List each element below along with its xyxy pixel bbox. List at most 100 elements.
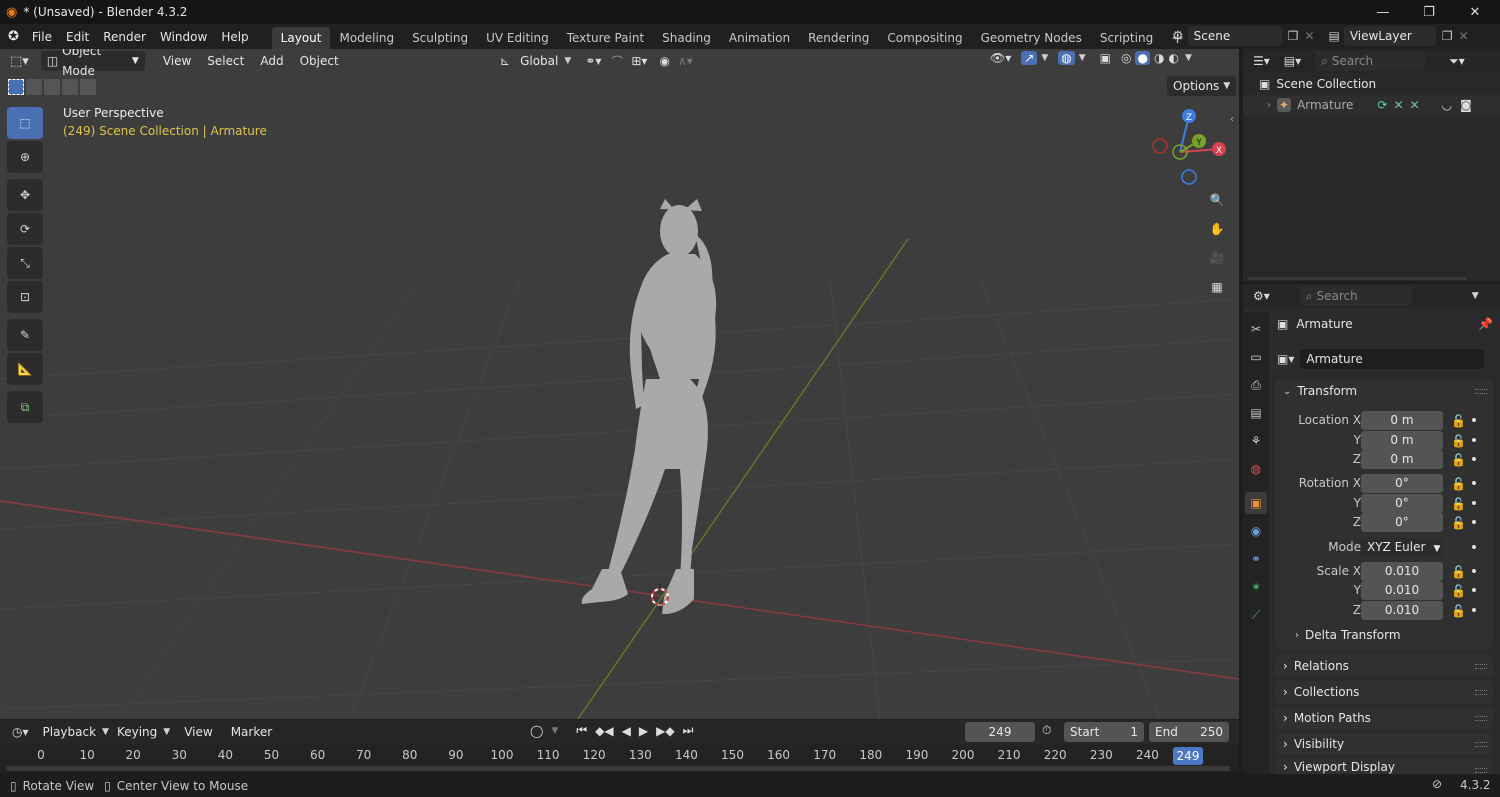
tab-scene[interactable]: ⚘ bbox=[1245, 430, 1267, 452]
menu-view[interactable]: View bbox=[157, 51, 197, 71]
timeline-editor-icon[interactable]: ◷▾ bbox=[12, 725, 29, 739]
falloff-icon[interactable]: ∧▾ bbox=[678, 54, 693, 68]
frame-ruler[interactable]: 0 10 20 30 40 50 60 70 80 90 100 110 120 130 140 150 160… bbox=[0, 746, 1239, 766]
scene-field[interactable]: Scene bbox=[1187, 26, 1282, 46]
rotation-y-field[interactable]: 0° bbox=[1361, 493, 1443, 513]
blender-menu-icon[interactable]: ✪ bbox=[8, 29, 19, 44]
motion-paths-panel[interactable]: › Motion Paths bbox=[1275, 707, 1493, 729]
jump-keyframe-back-icon[interactable]: ◆◀ bbox=[595, 724, 613, 738]
proportional-editing-icon[interactable]: ◉ bbox=[659, 54, 669, 68]
lock-icon[interactable]: 🔓 bbox=[1451, 516, 1466, 530]
lock-icon[interactable]: 🔓 bbox=[1451, 453, 1466, 467]
keyframe-dot[interactable] bbox=[1472, 545, 1476, 549]
keyframe-dot[interactable] bbox=[1472, 569, 1476, 573]
lock-icon[interactable]: 🔓 bbox=[1451, 584, 1466, 598]
tab-world[interactable]: ◍ bbox=[1245, 458, 1267, 480]
current-frame-field[interactable]: 249 bbox=[965, 722, 1035, 742]
chevron-down-icon[interactable]: ▼ bbox=[1472, 291, 1479, 301]
zoom-button[interactable]: 🔍 bbox=[1204, 187, 1230, 213]
tab-physics[interactable]: ◉ bbox=[1245, 520, 1267, 542]
lock-icon[interactable]: 🔓 bbox=[1451, 604, 1466, 618]
rotation-z-field[interactable]: 0° bbox=[1361, 512, 1443, 532]
play-icon[interactable]: ▶ bbox=[639, 724, 648, 738]
minimize-button[interactable]: — bbox=[1360, 0, 1406, 24]
panel-grip-icon[interactable] bbox=[1475, 690, 1487, 695]
tab-armature-data[interactable]: ✶ bbox=[1245, 576, 1267, 598]
panel-grip-icon[interactable] bbox=[1475, 664, 1487, 669]
overlays-icon[interactable]: ◍ bbox=[1058, 51, 1075, 65]
tab-constraints[interactable]: ⚭ bbox=[1245, 548, 1267, 570]
display-mode-icon[interactable]: ▤▾ bbox=[1284, 54, 1301, 68]
auto-keying-icon[interactable]: ◯ bbox=[530, 724, 543, 738]
rotation-x-field[interactable]: 0° bbox=[1361, 473, 1443, 493]
outliner-search[interactable]: ⌕ Search bbox=[1315, 51, 1426, 71]
jump-end-icon[interactable]: ⏭ bbox=[683, 723, 694, 738]
keyframe-dot[interactable] bbox=[1472, 588, 1476, 592]
editor-type-icon[interactable]: ⬚▾ bbox=[10, 54, 29, 69]
tab-output[interactable]: ⎙ bbox=[1245, 374, 1267, 396]
outliner-editor-icon[interactable]: ☰▾ bbox=[1253, 54, 1270, 68]
tab-uv-editing[interactable]: UV Editing bbox=[477, 27, 558, 49]
lock-icon[interactable]: 🔓 bbox=[1451, 497, 1466, 511]
tab-shading[interactable]: Shading bbox=[653, 27, 720, 49]
tab-animation[interactable]: Animation bbox=[720, 27, 799, 49]
select-extend-icon[interactable] bbox=[26, 79, 42, 95]
viewport-display-panel[interactable]: › Viewport Display bbox=[1275, 759, 1493, 774]
menu-keying[interactable]: Keying bbox=[111, 722, 163, 742]
timeline-scrollbar[interactable] bbox=[6, 766, 1230, 771]
chevron-down-icon[interactable]: ▼ bbox=[1185, 53, 1192, 63]
object-name-field[interactable]: Armature bbox=[1300, 349, 1485, 369]
snap-icon[interactable]: ⌒ bbox=[611, 53, 623, 70]
gizmo-toggle-icon[interactable]: ↗ bbox=[1021, 51, 1038, 65]
keyframe-dot[interactable] bbox=[1472, 457, 1476, 461]
menu-object[interactable]: Object bbox=[294, 51, 345, 71]
keyframe-dot[interactable] bbox=[1472, 608, 1476, 612]
rendered-shading-icon[interactable]: ◐ bbox=[1168, 51, 1178, 65]
pivot-icon[interactable]: ⚭▾ bbox=[585, 54, 601, 68]
chevron-down-icon[interactable]: ▼ bbox=[1079, 53, 1086, 63]
close-button[interactable]: ✕ bbox=[1452, 0, 1498, 24]
rotation-mode-select[interactable]: XYZ Euler ▼ bbox=[1361, 537, 1443, 557]
new-scene-icon[interactable]: ❐ bbox=[1288, 29, 1299, 43]
select-intersect-icon[interactable] bbox=[80, 79, 96, 95]
menu-marker[interactable]: Marker bbox=[225, 722, 278, 742]
tab-compositing[interactable]: Compositing bbox=[878, 27, 971, 49]
stopwatch-icon[interactable]: ⏱ bbox=[1042, 723, 1051, 738]
object-browse-icon[interactable]: ▣▾ bbox=[1277, 352, 1294, 366]
visibility-panel[interactable]: › Visibility bbox=[1275, 733, 1493, 755]
location-z-field[interactable]: 0 m bbox=[1361, 449, 1443, 469]
playhead[interactable]: 249 bbox=[1173, 747, 1203, 765]
panel-grip-icon[interactable] bbox=[1475, 768, 1487, 773]
jump-start-icon[interactable]: ⏮ bbox=[576, 723, 587, 738]
tab-modeling[interactable]: Modeling bbox=[330, 27, 403, 49]
lock-icon[interactable]: 🔓 bbox=[1451, 434, 1466, 448]
chevron-down-icon[interactable]: ▼ bbox=[551, 726, 558, 736]
scene-icon[interactable]: ⚙ bbox=[1172, 29, 1184, 44]
panel-grip-icon[interactable] bbox=[1475, 389, 1487, 394]
scale-z-field[interactable]: 0.010 bbox=[1361, 600, 1443, 620]
lock-icon[interactable]: 🔓 bbox=[1451, 414, 1466, 428]
measure-tool[interactable]: 📐 bbox=[7, 353, 43, 385]
camera-view-button[interactable]: 🎥 bbox=[1204, 245, 1230, 271]
material-shading-icon[interactable]: ◑ bbox=[1154, 51, 1164, 65]
delta-transform-subpanel[interactable]: › Delta Transform bbox=[1295, 628, 1401, 642]
tab-geometry-nodes[interactable]: Geometry Nodes bbox=[972, 27, 1091, 49]
menu-edit[interactable]: Edit bbox=[59, 26, 96, 48]
tab-sculpting[interactable]: Sculpting bbox=[403, 27, 477, 49]
outliner-armature-row[interactable]: › ✦ Armature ⟳ ✕ ✕ ◡ ◙ bbox=[1243, 95, 1500, 115]
add-cube-tool[interactable]: ⧉ bbox=[7, 391, 43, 423]
menu-select[interactable]: Select bbox=[201, 51, 250, 71]
expand-arrow-icon[interactable]: › bbox=[1267, 100, 1271, 111]
visibility-icon[interactable]: 👁▾ bbox=[990, 51, 1011, 65]
outliner-scrollbar[interactable] bbox=[1247, 277, 1467, 280]
mode-select[interactable]: ◫ Object Mode ▼ bbox=[40, 49, 145, 78]
3d-viewport[interactable]: ⬚▾ ◫ Object Mode ▼ View Select Add Objec… bbox=[0, 49, 1239, 719]
xray-icon[interactable]: ▣ bbox=[1100, 51, 1111, 65]
lock-icon[interactable]: 🔓 bbox=[1451, 565, 1466, 579]
tab-scripting[interactable]: Scripting bbox=[1091, 27, 1162, 49]
tab-view-layer[interactable]: ▤ bbox=[1245, 402, 1267, 424]
location-x-field[interactable]: 0 m bbox=[1361, 410, 1443, 430]
keyframe-dot[interactable] bbox=[1472, 481, 1476, 485]
menu-add[interactable]: Add bbox=[254, 51, 289, 71]
relations-panel[interactable]: › Relations bbox=[1275, 655, 1493, 677]
